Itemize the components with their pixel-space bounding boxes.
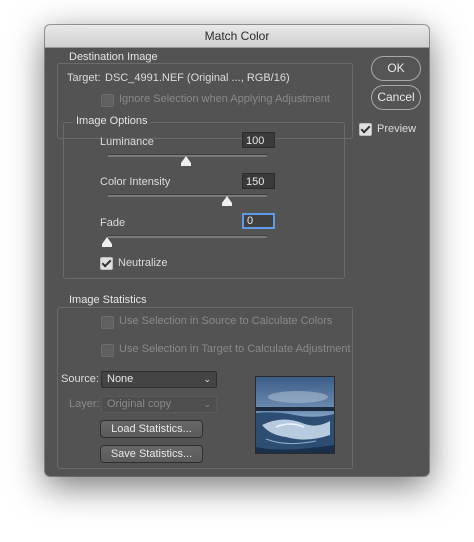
- color-intensity-field[interactable]: 150: [242, 173, 275, 189]
- ice-seascape-image: [256, 377, 334, 453]
- target-value: DSC_4991.NEF (Original ..., RGB/16): [105, 72, 290, 84]
- luminance-field[interactable]: 100: [242, 132, 275, 148]
- checkmark-icon: [360, 123, 371, 134]
- match-color-dialog: Match Color Destination Image Target: DS…: [45, 25, 429, 476]
- chevron-down-icon: ⌄: [203, 374, 211, 384]
- use-source-selection-label: Use Selection in Source to Calculate Col…: [119, 315, 333, 327]
- preview-checkbox[interactable]: [359, 123, 372, 136]
- fade-slider-thumb[interactable]: [102, 237, 112, 247]
- use-target-selection-label: Use Selection in Target to Calculate Adj…: [119, 343, 351, 355]
- luminance-slider-thumb[interactable]: [181, 156, 191, 166]
- fade-slider-track[interactable]: [108, 235, 267, 238]
- ok-button[interactable]: OK: [371, 56, 421, 81]
- ignore-selection-checkbox[interactable]: [101, 94, 114, 107]
- layer-label: Layer:: [69, 398, 100, 410]
- load-statistics-button[interactable]: Load Statistics...: [100, 420, 203, 438]
- cancel-button[interactable]: Cancel: [371, 85, 421, 110]
- source-select[interactable]: None ⌄: [101, 371, 217, 388]
- preview-label: Preview: [377, 123, 417, 135]
- layer-select[interactable]: Original copy ⌄: [101, 396, 217, 413]
- fade-field[interactable]: 0: [242, 213, 275, 229]
- fade-label: Fade: [100, 217, 126, 229]
- color-intensity-slider-track[interactable]: [108, 194, 267, 197]
- layer-select-value: Original copy: [107, 398, 172, 410]
- checkmark-icon: [101, 257, 112, 268]
- target-label: Target:: [67, 72, 101, 84]
- color-intensity-slider-thumb[interactable]: [222, 196, 232, 206]
- destination-image-title: Destination Image: [66, 51, 161, 63]
- image-options-title: Image Options: [73, 115, 151, 127]
- use-source-selection-checkbox[interactable]: [101, 316, 114, 329]
- neutralize-checkbox[interactable]: [100, 257, 113, 270]
- neutralize-label: Neutralize: [118, 257, 168, 269]
- source-label: Source:: [61, 373, 99, 385]
- image-statistics-title: Image Statistics: [66, 294, 150, 306]
- source-image-thumbnail: [255, 376, 335, 454]
- dialog-title: Match Color: [45, 25, 429, 48]
- color-intensity-label: Color Intensity: [100, 176, 171, 188]
- save-statistics-button[interactable]: Save Statistics...: [100, 445, 203, 463]
- ignore-selection-label: Ignore Selection when Applying Adjustmen…: [119, 93, 330, 105]
- use-target-selection-checkbox[interactable]: [101, 344, 114, 357]
- source-select-value: None: [107, 373, 134, 385]
- luminance-label: Luminance: [100, 136, 154, 148]
- chevron-down-icon: ⌄: [203, 399, 211, 409]
